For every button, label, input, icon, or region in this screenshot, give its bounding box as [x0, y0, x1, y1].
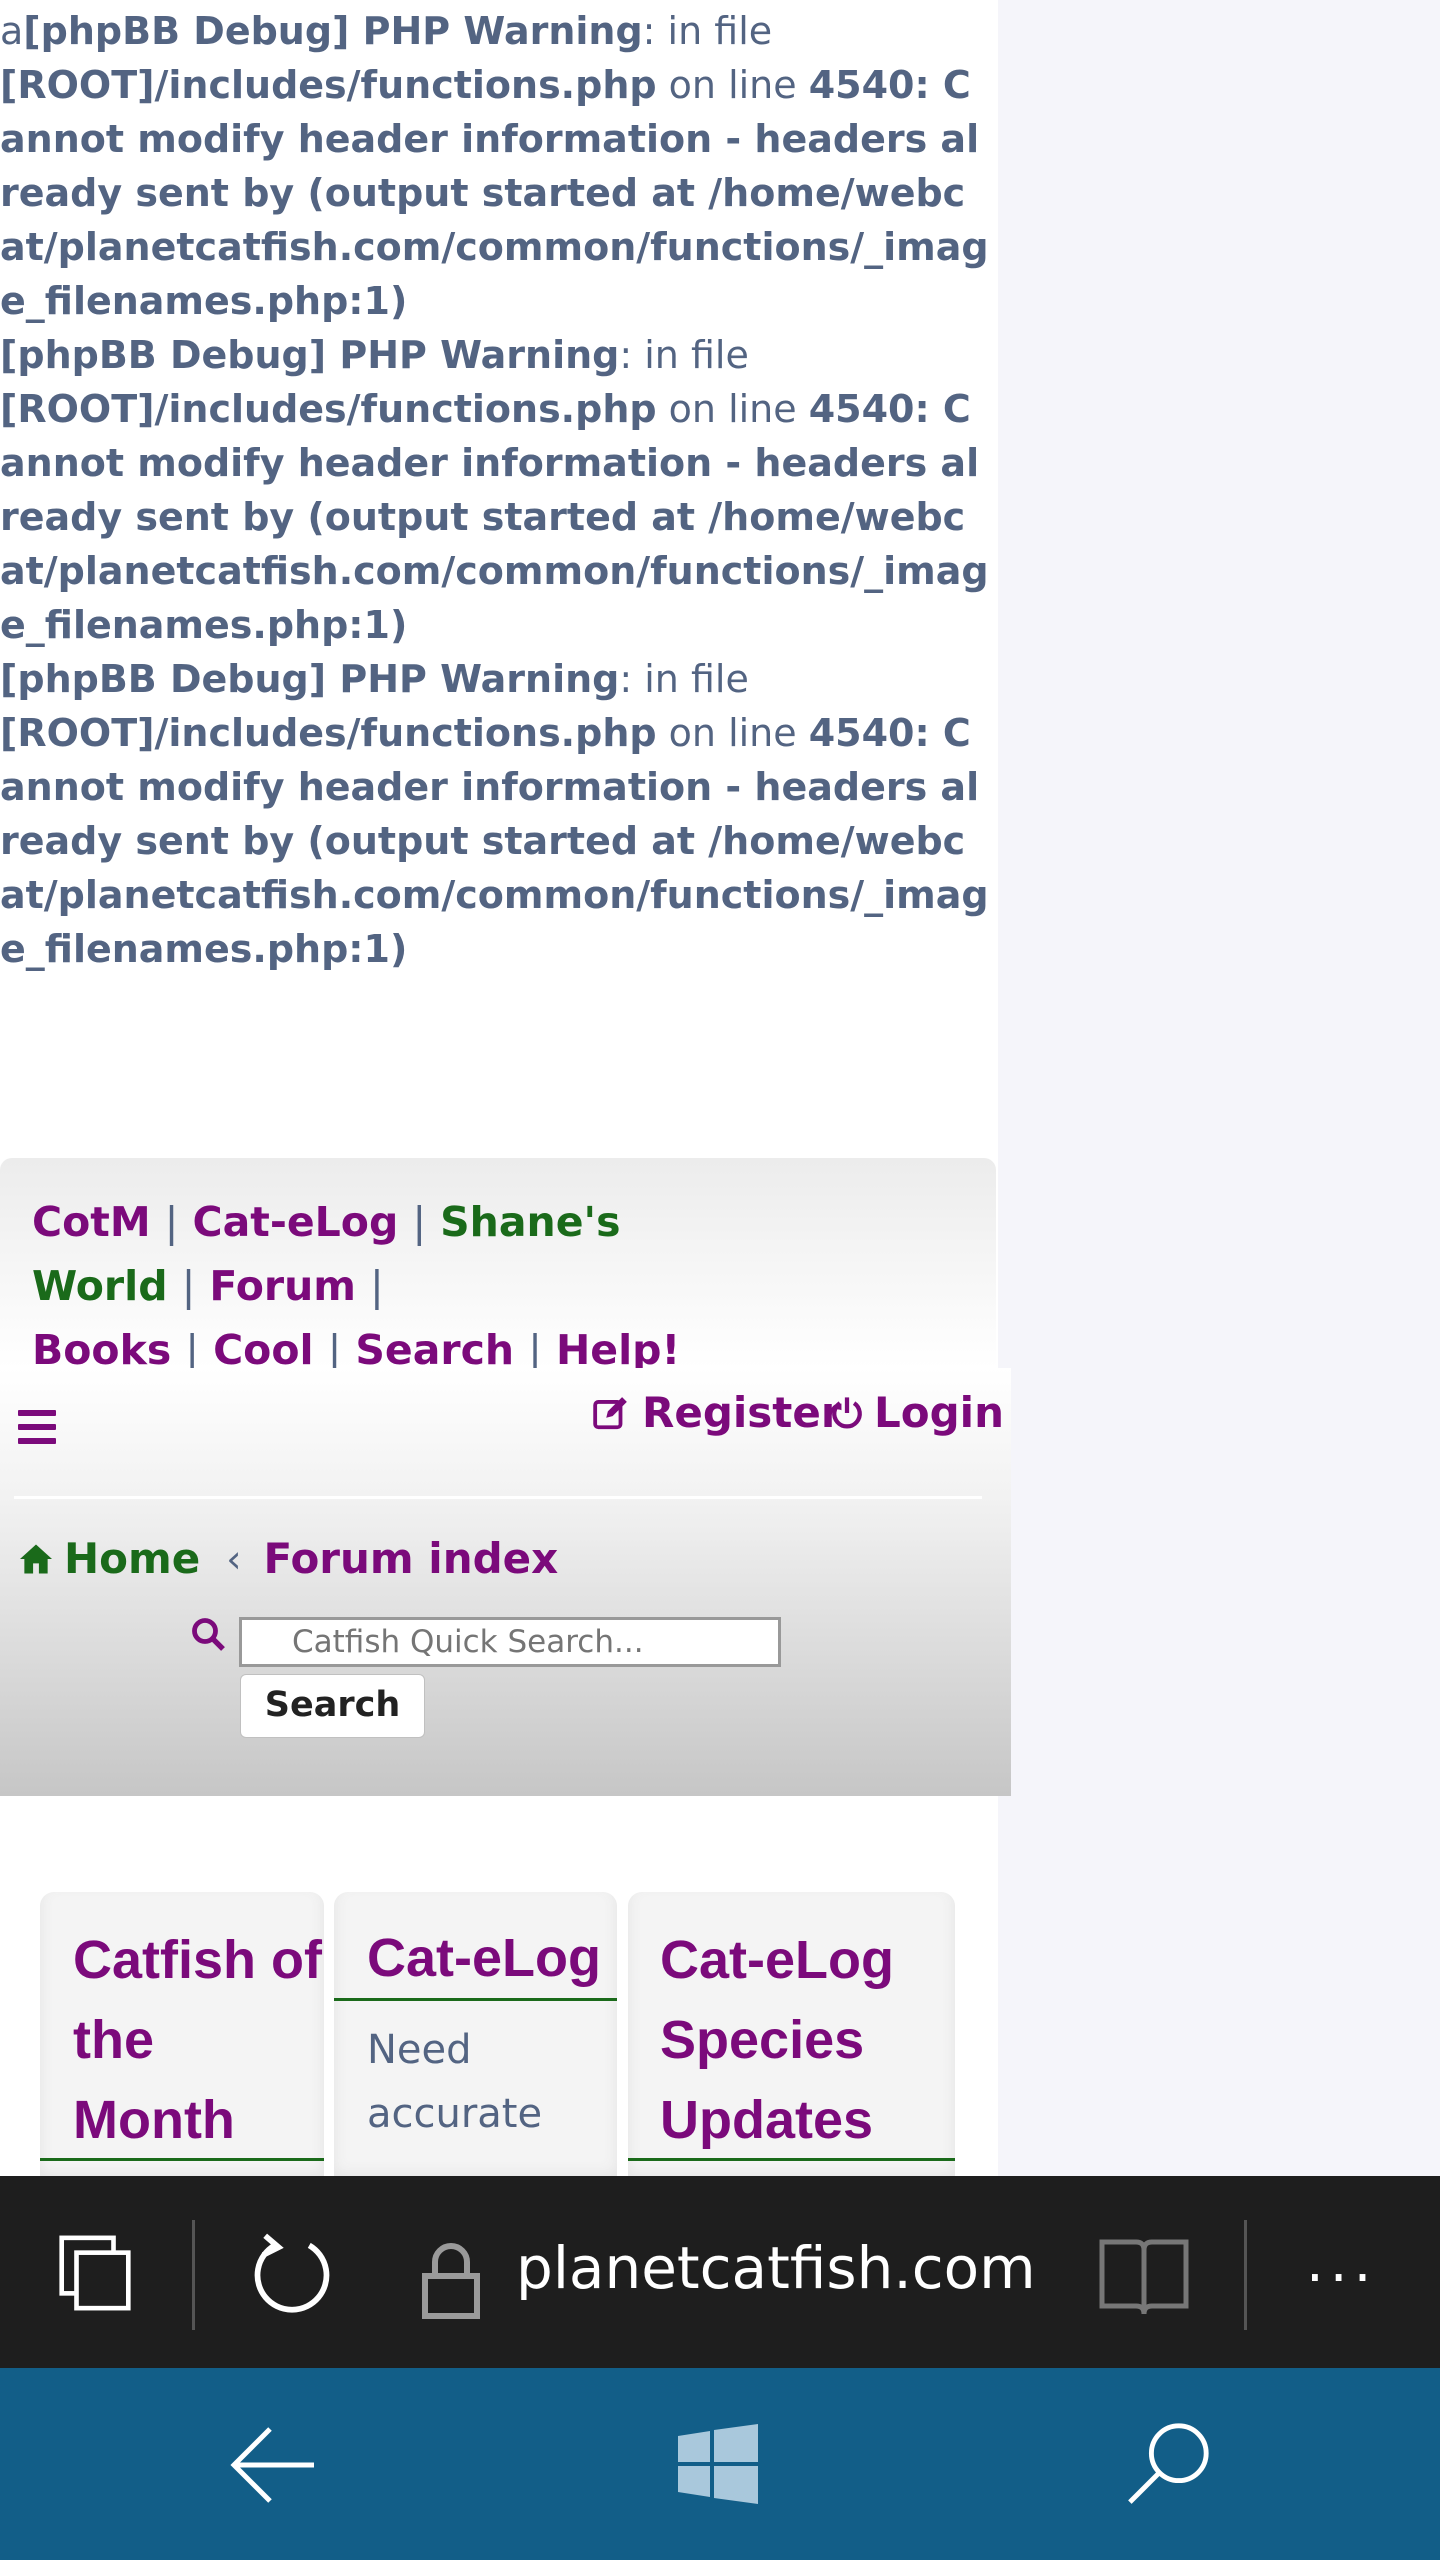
card-title[interactable]: Cat-eLog Species Updates — [628, 1892, 955, 2160]
card-body: Need accurate — [367, 2027, 543, 2137]
warning-line-number: 4540 — [808, 711, 915, 755]
toolbar-divider — [1244, 2220, 1247, 2330]
tabs-icon[interactable] — [58, 2234, 132, 2312]
home-icon — [20, 1543, 52, 1574]
nav-link-cool[interactable]: Cool — [213, 1326, 313, 1374]
lock-icon — [422, 2243, 480, 2319]
debug-warning-2: [phpBB Debug] PHP Warning: in file [ROOT]… — [0, 328, 990, 652]
hamburger-menu-icon[interactable] — [18, 1410, 56, 1450]
nav-separator: | — [412, 1198, 427, 1246]
warning-on-line: on line — [656, 63, 809, 107]
warning-tag: [phpBB Debug] PHP Warning — [23, 9, 643, 53]
register-label: Register — [642, 1388, 842, 1437]
refresh-icon[interactable] — [246, 2230, 338, 2322]
search-button[interactable]: Search — [240, 1674, 425, 1738]
nav-separator: | — [185, 1326, 200, 1374]
card-catfish-of-the-month[interactable]: Catfish of the Month — [40, 1892, 324, 2176]
toolbar-divider — [192, 2220, 195, 2330]
warning-tag: [phpBB Debug] PHP Warning — [0, 657, 620, 701]
nav-separator: | — [528, 1326, 542, 1374]
warning-path: [ROOT]/includes/functions.php — [0, 711, 657, 755]
nav-link-search[interactable]: Search — [355, 1326, 514, 1374]
forum-header: Register Login Home ‹ Forum index Search — [0, 1368, 1011, 1796]
nav-separator: | — [164, 1198, 179, 1246]
nav-link-cotm[interactable]: CotM — [32, 1198, 151, 1246]
nav-separator: | — [370, 1262, 384, 1310]
warning-on-line: on line — [656, 711, 809, 755]
debug-prefix: a — [0, 9, 24, 53]
warning-path: [ROOT]/includes/functions.php — [0, 387, 657, 431]
nav-link-books[interactable]: Books — [32, 1326, 171, 1374]
windows-start-icon[interactable] — [678, 2424, 758, 2504]
header-divider — [14, 1496, 982, 1499]
warning-in-file: : in file — [642, 9, 773, 53]
card-title[interactable]: Catfish of the Month — [40, 1892, 324, 2160]
warning-tag: [phpBB Debug] PHP Warning — [0, 333, 620, 377]
warning-in-file: : in file — [619, 657, 749, 701]
card-divider — [334, 1998, 617, 2001]
search-icon[interactable] — [1124, 2418, 1214, 2508]
breadcrumb-home-label: Home — [64, 1534, 201, 1583]
login-link[interactable]: Login — [830, 1388, 1004, 1437]
breadcrumb-chevron: ‹ — [226, 1536, 242, 1581]
address-url[interactable]: planetcatfish.com — [516, 2234, 1036, 2302]
browser-address-bar: planetcatfish.com ··· — [0, 2176, 1440, 2368]
site-nav: CotM | Cat-eLog | Shane's World | Forum | Books |… — [0, 1158, 996, 1374]
warning-line-number: 4540 — [808, 387, 915, 431]
edit-icon — [593, 1396, 627, 1429]
reading-view-icon[interactable] — [1096, 2234, 1192, 2318]
system-navigation-bar — [0, 2368, 1440, 2560]
register-link[interactable]: Register — [592, 1388, 842, 1437]
warning-path: [ROOT]/includes/functions.php — [0, 63, 657, 107]
web-page: a[phpBB Debug] PHP Warning: in file [ROOT… — [0, 0, 998, 2176]
search-icon — [192, 1618, 225, 1651]
card-divider — [40, 2158, 324, 2161]
nav-separator: | — [327, 1326, 342, 1374]
back-arrow-icon[interactable] — [226, 2424, 318, 2506]
breadcrumb-forum-index[interactable]: Forum index — [263, 1534, 558, 1583]
nav-separator: | — [181, 1262, 196, 1310]
card-title[interactable]: Cat-eLog — [334, 1892, 617, 1998]
warning-on-line: on line — [656, 387, 809, 431]
card-cat-elog[interactable]: Cat-eLog Need accurate — [334, 1892, 617, 2176]
debug-warning-3: [phpBB Debug] PHP Warning: in file [ROOT]… — [0, 652, 990, 976]
power-icon — [832, 1396, 862, 1429]
card-divider — [628, 2158, 955, 2161]
nav-link-help[interactable]: Help! — [556, 1326, 680, 1374]
debug-warning-1: [phpBB Debug] PHP Warning: in file [ROOT]… — [0, 9, 989, 323]
login-label: Login — [874, 1388, 1004, 1437]
warning-line-number: 4540 — [808, 63, 915, 107]
warning-in-file: : in file — [619, 333, 749, 377]
debug-output: a[phpBB Debug] PHP Warning: in file [ROOT… — [0, 4, 990, 976]
breadcrumb: Home ‹ Forum index — [18, 1534, 558, 1583]
card-cat-elog-species-updates[interactable]: Cat-eLog Species Updates — [628, 1892, 955, 2176]
more-options-icon[interactable]: ··· — [1306, 2246, 1377, 2311]
site-nav-links: CotM | Cat-eLog | Shane's World | Forum | Books |… — [32, 1190, 962, 1382]
breadcrumb-home[interactable]: Home — [18, 1534, 200, 1583]
quick-search-input[interactable] — [239, 1617, 781, 1667]
nav-link-forum[interactable]: Forum — [209, 1262, 356, 1310]
nav-link-cat-elog[interactable]: Cat-eLog — [192, 1198, 398, 1246]
